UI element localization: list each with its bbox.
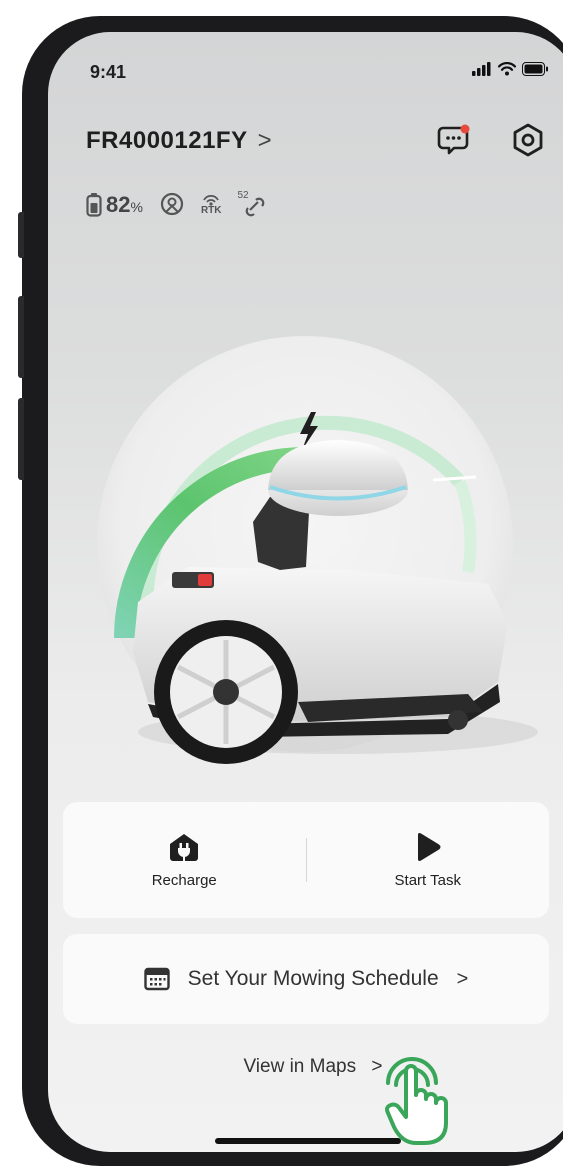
maps-label: View in Maps xyxy=(243,1056,357,1077)
battery-icon xyxy=(86,193,102,217)
messages-button[interactable] xyxy=(436,122,472,158)
app-screen: 9:41 FR4000121FY > 82% RTK 52 Recharge S… xyxy=(48,32,563,1152)
cellular-signal-icon xyxy=(472,62,491,76)
battery-gauge xyxy=(97,336,538,764)
battery-status: 82% xyxy=(86,192,143,218)
schedule-label: Set Your Mowing Schedule xyxy=(187,967,439,990)
satellite-status: 52 xyxy=(238,190,266,218)
home-indicator xyxy=(215,1138,401,1144)
recharge-label: Recharge xyxy=(151,871,217,889)
location-pin-icon xyxy=(160,192,184,216)
rtk-label: RTK xyxy=(200,205,222,216)
schedule-button[interactable]: Set Your Mowing Schedule > xyxy=(63,934,549,1024)
chevron-right-icon: > xyxy=(257,127,272,154)
calendar-icon xyxy=(143,967,170,991)
status-battery-icon xyxy=(522,62,548,76)
battery-unit: % xyxy=(130,199,143,215)
recharge-button[interactable]: Recharge xyxy=(63,832,306,889)
phone-side-button xyxy=(18,398,24,480)
phone-side-button xyxy=(18,296,24,378)
device-name: FR4000121FY xyxy=(86,127,248,154)
start-task-button[interactable]: Start Task xyxy=(307,832,550,889)
start-task-label: Start Task xyxy=(394,871,461,889)
chevron-right-icon: > xyxy=(456,967,469,990)
top-actions xyxy=(436,122,546,158)
status-time: 9:41 xyxy=(90,62,127,82)
device-status-row: 82% RTK 52 xyxy=(86,190,266,218)
home-plug-icon xyxy=(170,833,199,861)
rtk-status: RTK xyxy=(201,194,222,216)
view-in-maps-link[interactable]: View in Maps > xyxy=(48,1056,563,1078)
tap-hand-icon xyxy=(385,1057,448,1145)
satellite-link-icon xyxy=(245,197,264,217)
status-icons xyxy=(472,62,548,76)
battery-value: 82 xyxy=(106,192,131,217)
device-selector[interactable]: FR4000121FY > xyxy=(86,127,272,155)
settings-button[interactable] xyxy=(510,122,546,158)
chat-bubble-icon xyxy=(437,124,470,155)
phone-side-button xyxy=(18,212,24,258)
wifi-icon xyxy=(498,62,516,76)
gear-icon xyxy=(513,123,543,157)
action-card: Recharge Start Task xyxy=(63,802,549,918)
play-icon xyxy=(417,832,441,861)
